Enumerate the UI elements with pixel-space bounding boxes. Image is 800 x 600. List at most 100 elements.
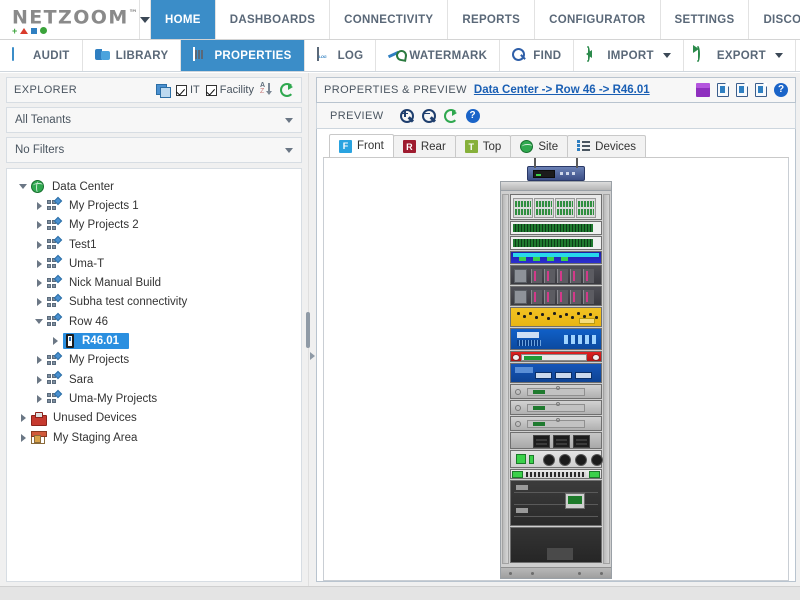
tree-item-nick-manual-build[interactable]: Nick Manual Build [7, 273, 301, 292]
toolbar-button-import[interactable]: IMPORT [574, 40, 684, 71]
main-tab-dashboards[interactable]: DASHBOARDS [215, 0, 331, 39]
tree-item-data-center[interactable]: Data Center [7, 177, 301, 196]
tree-item-label: Row 46 [69, 315, 108, 328]
logo-dropdown-button[interactable] [140, 0, 152, 39]
chevron-right-icon[interactable] [31, 356, 47, 365]
chevron-right-icon[interactable] [31, 240, 47, 249]
main-tab-discovery[interactable]: DISCOVERY [749, 0, 800, 39]
tree-item-row-46[interactable]: Row 46 [7, 312, 301, 331]
toolbar-button-export[interactable]: EXPORT [683, 40, 796, 71]
rack-unit-gray-server[interactable] [510, 384, 602, 399]
refresh-icon[interactable] [280, 83, 294, 97]
toolbar-button-properties[interactable]: PROPERTIES [181, 40, 305, 71]
explorer-tree[interactable]: Data Center My Projects 1 My Projects 2 Tes… [6, 168, 302, 582]
help-icon[interactable]: ? [465, 108, 480, 123]
main-tab-configurator[interactable]: CONFIGURATOR [535, 0, 661, 39]
rack-unit-large-chassis[interactable] [510, 480, 602, 526]
main-tab-reports[interactable]: REPORTS [448, 0, 536, 39]
tree-item-label: Unused Devices [53, 412, 137, 425]
tree-item-my-projects-1[interactable]: My Projects 1 [7, 196, 301, 215]
sort-az-icon[interactable]: AZ [260, 82, 274, 97]
chevron-right-icon[interactable] [31, 375, 47, 384]
rear-view-icon: R [402, 140, 416, 153]
export-icon [695, 46, 711, 63]
rack-unit-storage-server[interactable] [510, 265, 602, 285]
toolbar-button-log[interactable]: LOG LOG [304, 40, 377, 71]
chevron-right-icon[interactable] [31, 201, 47, 210]
chevron-right-icon[interactable] [47, 337, 63, 346]
panel-splitter[interactable] [302, 73, 316, 586]
main-tab-settings[interactable]: SETTINGS [660, 0, 750, 39]
main-tab-home[interactable]: HOME [151, 0, 216, 39]
tree-item-subha-test-connectivity[interactable]: Subha test connectivity [7, 293, 301, 312]
rack-unit-large-chassis[interactable] [510, 527, 602, 563]
toolbar-button-watermark[interactable]: WATERMARK [376, 40, 501, 71]
chevron-right-icon[interactable] [15, 433, 31, 442]
rack-unit-gray-server[interactable] [510, 416, 602, 431]
rack-unit-fan-tray[interactable] [510, 432, 602, 449]
toolbar-button-find[interactable]: FIND [500, 40, 575, 71]
rack-rail-right [603, 194, 610, 564]
zoom-out-icon[interactable] [421, 108, 436, 123]
tree-item-my-projects-2[interactable]: My Projects 2 [7, 216, 301, 235]
tab-rear[interactable]: R Rear [392, 135, 456, 157]
rack-unit-power-strip[interactable] [510, 469, 602, 479]
splitter-grip[interactable] [306, 311, 310, 348]
chevron-right-icon[interactable] [31, 279, 47, 288]
zoom-in-icon[interactable] [399, 108, 414, 123]
tree-item-my-staging-area[interactable]: My Staging Area [7, 428, 301, 447]
toolbar-button-audit[interactable]: AUDIT [0, 40, 83, 71]
multi-select-icon[interactable] [155, 83, 171, 98]
rack-unit-network-appliance[interactable] [510, 328, 602, 350]
export-doc-icon[interactable] [755, 83, 767, 97]
splitter-collapse-arrow-icon[interactable] [310, 351, 315, 360]
tab-devices[interactable]: Devices [567, 135, 647, 157]
rack-unit-core-switch[interactable] [510, 363, 602, 383]
rack-unit-blade-chassis[interactable] [510, 251, 602, 264]
filter-select[interactable]: No Filters [6, 137, 302, 163]
rack-preview-canvas[interactable] [323, 158, 789, 581]
rack-unit-storage-server[interactable] [510, 286, 602, 306]
tree-item-my-projects[interactable]: My Projects [7, 351, 301, 370]
refresh-icon[interactable] [443, 108, 458, 123]
chevron-right-icon[interactable] [31, 394, 47, 403]
tab-site[interactable]: Site [510, 135, 569, 157]
toolbar-label: AUDIT [33, 49, 70, 62]
cube-3d-icon[interactable] [696, 83, 710, 97]
export-doc-icon[interactable] [717, 83, 729, 97]
help-icon[interactable]: ? [774, 83, 788, 97]
netzoom-logo[interactable]: NETZOOM™ + [0, 0, 141, 39]
chevron-down-icon[interactable] [31, 319, 47, 325]
rack-unit-yellow-panel[interactable] [510, 307, 602, 327]
breadcrumb[interactable]: Data Center -> Row 46 -> R46.01 [474, 84, 650, 96]
rack-unit-switch[interactable] [510, 221, 602, 235]
rack-unit-power-distribution[interactable] [510, 450, 603, 468]
rack-unit-red-appliance[interactable] [510, 351, 602, 362]
chevron-right-icon[interactable] [31, 221, 47, 230]
tree-item-sara[interactable]: Sara [7, 370, 301, 389]
tenant-select[interactable]: All Tenants [6, 107, 302, 133]
tree-item-unused-devices[interactable]: Unused Devices [7, 409, 301, 428]
chevron-right-icon[interactable] [31, 259, 47, 268]
globe-icon [520, 140, 534, 153]
rack-unit-switch[interactable] [510, 236, 602, 250]
square-mark-icon [31, 27, 38, 34]
chevron-down-icon[interactable] [15, 184, 31, 190]
chevron-right-icon[interactable] [15, 414, 31, 423]
main-tab-connectivity[interactable]: CONNECTIVITY [330, 0, 449, 39]
search-icon [512, 48, 527, 63]
tree-item-test1[interactable]: Test1 [7, 235, 301, 254]
toolbar-label: IMPORT [607, 49, 654, 62]
filter-checkbox-facility[interactable]: Facility [205, 84, 254, 96]
tree-item-uma-my-projects[interactable]: Uma-My Projects [7, 389, 301, 408]
rack-unit-patch-panel[interactable] [510, 194, 602, 220]
tab-top[interactable]: T Top [454, 135, 512, 157]
filter-checkbox-it[interactable]: IT [175, 84, 200, 96]
export-doc-icon[interactable] [736, 83, 748, 97]
toolbar-button-library[interactable]: LIBRARY [82, 40, 182, 71]
tab-front[interactable]: F Front [329, 134, 394, 157]
tree-item-uma-t[interactable]: Uma-T [7, 254, 301, 273]
chevron-right-icon[interactable] [31, 298, 47, 307]
tree-item-r46-01[interactable]: R46.01 [7, 331, 301, 350]
rack-unit-gray-server[interactable] [510, 400, 602, 415]
